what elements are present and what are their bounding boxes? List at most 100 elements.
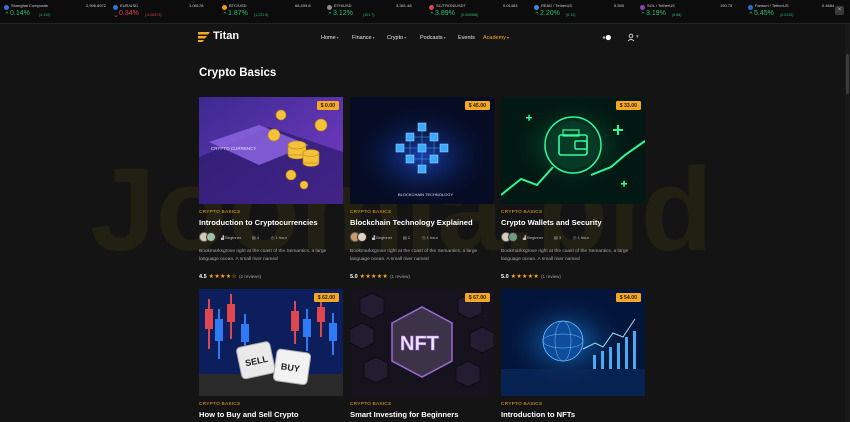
ticker-price: 3,361.48 [396, 3, 412, 8]
ticker-symbol: BTC/USD [229, 3, 247, 8]
ticker-change-abs: (101.7) [363, 13, 375, 17]
ticker-symbol: Shanghai Composite [11, 3, 49, 8]
level-info: ▟ Beginner [221, 235, 241, 240]
course-title[interactable]: Introduction to Cryptocurrencies [199, 218, 318, 227]
arrow-up-icon: ⌃ [4, 12, 10, 19]
price-badge: $ 54.00 [615, 293, 641, 303]
avatar[interactable] [508, 232, 518, 242]
ticker-change-abs: (5.88) [672, 13, 682, 17]
scrollbar-thumb[interactable] [846, 54, 849, 94]
scrollbar[interactable] [845, 24, 850, 422]
course-meta: ▟ Beginner ▤ 3 ◷ 1 hour [501, 232, 645, 242]
course-duration: 1 hour [577, 235, 589, 240]
level-info: ▟ Beginner [372, 235, 392, 240]
arrow-up-icon: ⌃ [222, 12, 228, 19]
nav-events[interactable]: Events [458, 35, 475, 41]
course-title[interactable]: Blockchain Technology Explained [350, 218, 473, 227]
theme-toggle-icon[interactable] [602, 33, 611, 42]
nav-academy[interactable]: Academy▾ [483, 35, 509, 41]
avatar[interactable] [206, 232, 216, 242]
clock-icon: ◷ [573, 235, 577, 240]
lesson-count: 2 [407, 235, 411, 240]
book-icon: ▤ [554, 235, 558, 240]
course-category[interactable]: CRYPTO BASICS [501, 210, 542, 215]
price-badge: $ 45.00 [464, 101, 490, 111]
solana-icon [640, 5, 645, 10]
course-duration: 1 hour [426, 235, 438, 240]
arrow-up-icon: ⌃ [748, 12, 754, 19]
ticker-price: 190.75 [720, 3, 733, 8]
nav-label: Events [458, 35, 475, 41]
avatar[interactable] [357, 232, 367, 242]
ticker-change-abs: (-0.00373) [145, 13, 162, 17]
course-rating: 5.0 ★★★★★ (1 review) [350, 265, 410, 280]
course-thumbnail[interactable]: NFT $ 67.00 [350, 289, 494, 396]
buy-sell-image: SELL BUY [199, 289, 343, 396]
svg-text:CRYPTO CURRENCY: CRYPTO CURRENCY [211, 146, 256, 151]
course-thumbnail[interactable]: $ 33.00 [501, 97, 645, 204]
chevron-down-icon: ▾ [404, 35, 407, 40]
course-title[interactable]: How to Buy and Sell Crypto [199, 410, 299, 419]
bar-chart-icon: ▟ [221, 235, 225, 240]
crypto-currency-image: CRYPTO CURRENCY [199, 97, 343, 204]
course-thumbnail[interactable]: SELL BUY $ 62.00 [199, 289, 343, 396]
course-description: Bookmarksgrove right at the coast of the… [501, 249, 629, 262]
course-thumbnail[interactable]: $ 54.00 [501, 289, 645, 396]
bar-chart-icon: ▟ [372, 235, 376, 240]
ticker-symbol: SC/TRON/USDT [436, 3, 466, 8]
course-title[interactable]: Smart Investing for Beginners [350, 410, 458, 419]
course-title[interactable]: Crypto Wallets and Security [501, 218, 602, 227]
page-title: Crypto Basics [199, 67, 277, 79]
course-category[interactable]: CRYPTO BASICS [199, 210, 240, 215]
nft-image: NFT [350, 289, 494, 396]
ticker-close-button[interactable]: × [835, 6, 844, 15]
chevron-down-icon: ▾ [372, 35, 375, 40]
bitcoin-icon [222, 5, 227, 10]
course-thumbnail[interactable]: CRYPTO CURRENCY $ 0.00 [199, 97, 343, 204]
chevron-down-icon: ▾ [506, 35, 509, 40]
ticker-change: 3.12% [333, 10, 353, 17]
course-title[interactable]: Introduction to NFTs [501, 410, 575, 419]
arrow-up-icon: ⌃ [429, 12, 435, 19]
clock-icon: ◷ [271, 235, 275, 240]
ticker-symbol: READ / TetherUS [541, 3, 573, 8]
course-level: Beginner [527, 235, 544, 240]
nav-crypto[interactable]: Crypto▾ [387, 35, 406, 41]
price-badge: $ 67.00 [464, 293, 490, 303]
ticker-change-abs: (0.0242) [780, 13, 794, 17]
price-badge: $ 33.00 [615, 101, 641, 111]
nav-label: Podcasts [420, 35, 443, 41]
chevron-down-icon[interactable]: ▾ [636, 34, 639, 40]
market-icon [4, 5, 9, 10]
course-thumbnail[interactable]: BLOCKCHAIN TECHNOLOGY $ 45.00 [350, 97, 494, 204]
ticker-change: 2.20% [540, 10, 560, 17]
ticker-price: 2,996.8972 [86, 3, 107, 8]
ticker-price: 0.4684 [822, 3, 835, 8]
blockchain-image: BLOCKCHAIN TECHNOLOGY [350, 97, 494, 204]
ticker-change-abs: (0.12) [566, 13, 576, 17]
site-header: Titan Home▾ Finance▾ Crypto▾ Podcasts▾ E… [0, 24, 850, 52]
nav-finance[interactable]: Finance▾ [352, 35, 375, 41]
nav-home[interactable]: Home▾ [321, 35, 339, 41]
crypto-wallet-image [501, 97, 645, 204]
ticker-change: 3.19% [646, 10, 666, 17]
course-category[interactable]: CRYPTO BASICS [501, 402, 542, 407]
arrow-up-icon: ⌃ [327, 12, 333, 19]
star-icon: ★★★★★ [359, 274, 389, 280]
course-category[interactable]: CRYPTO BASICS [199, 402, 240, 407]
chevron-down-icon: ▾ [336, 35, 339, 40]
ticker-change: 0.14% [10, 10, 30, 17]
course-rating: 5.0 ★★★★★ (1 review) [501, 265, 561, 280]
course-meta: ▟ Beginner ▤ 4 ◷ 1 hour [199, 232, 343, 242]
market-ticker: Shanghai Composite 2,996.8972 ⌃ 0.14% (4… [0, 0, 850, 24]
book-icon: ▤ [403, 235, 407, 240]
user-icon[interactable] [627, 33, 636, 42]
review-count: (1 review) [541, 274, 561, 279]
lesson-count: 3 [558, 235, 562, 240]
nav-label: Finance [352, 35, 372, 41]
course-category[interactable]: CRYPTO BASICS [350, 402, 391, 407]
rating-score: 5.0 [501, 274, 509, 280]
nav-podcasts[interactable]: Podcasts▾ [420, 35, 446, 41]
course-category[interactable]: CRYPTO BASICS [350, 210, 391, 215]
ticker-price: 66,499.8 [295, 3, 311, 8]
